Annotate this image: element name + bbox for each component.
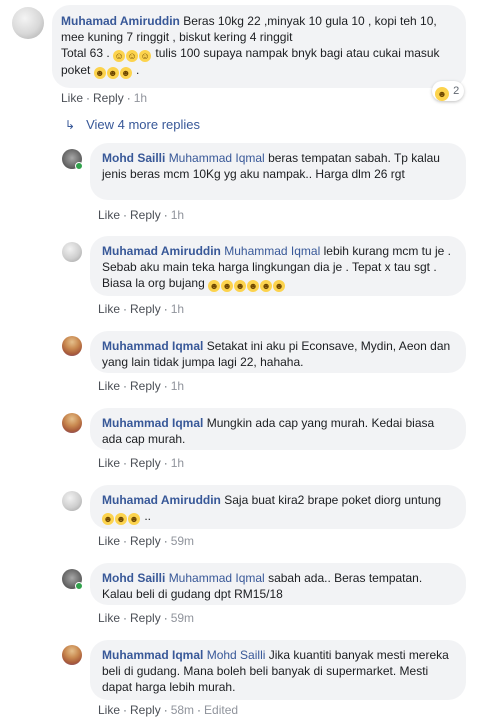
edited-label[interactable]: Edited: [204, 703, 238, 717]
smile-emoji-icon: ☺: [113, 50, 126, 62]
like-button[interactable]: Like: [61, 91, 83, 105]
reply-author[interactable]: Mohd Sailli: [102, 571, 165, 585]
reply-bubble: Mohd Sailli Muhammad Iqmal sabah ada.. B…: [90, 563, 466, 605]
reply-button[interactable]: Reply: [130, 208, 161, 222]
rofl-emoji-icon: ☻: [208, 280, 221, 292]
reply-actions: Like · Reply · 58m · Edited: [98, 703, 239, 717]
reply-author[interactable]: Muhammad Iqmal: [102, 648, 203, 662]
view-more-replies-link[interactable]: ↳ View 4 more replies: [65, 117, 200, 132]
reply-button[interactable]: Reply: [130, 534, 161, 548]
reply-actions: Like · Reply · 1h: [98, 208, 185, 222]
laugh-emoji-icon: ☻: [102, 513, 114, 525]
avatar[interactable]: [62, 336, 82, 356]
reply-text: Saja buat kira2 brape poket diorg untung: [224, 493, 442, 507]
rofl-emoji-icon: ☻: [260, 280, 273, 292]
comment-text: .: [136, 63, 140, 77]
laugh-emoji-icon: ☻: [115, 513, 127, 525]
reply-author[interactable]: Muhammad Iqmal: [102, 416, 203, 430]
reply-text: ..: [144, 509, 152, 523]
reply-button[interactable]: Reply: [130, 456, 161, 470]
reply-bubble: Muhamad Amiruddin Saja buat kira2 brape …: [90, 485, 466, 529]
like-button[interactable]: Like: [98, 611, 120, 625]
laugh-emoji-icon: ☻: [435, 87, 449, 101]
rofl-emoji-icon: ☻: [221, 280, 234, 292]
avatar[interactable]: [12, 7, 44, 39]
laugh-emoji-icon: ☻: [128, 513, 140, 525]
reply-bubble: Muhamad Amiruddin Muhammad Iqmal lebih k…: [90, 236, 466, 296]
reply-actions: Like · Reply · 1h: [98, 456, 185, 470]
like-button[interactable]: Like: [98, 456, 120, 470]
timestamp[interactable]: 58m: [171, 703, 194, 717]
laugh-emoji-icon: ☻: [93, 67, 106, 79]
timestamp[interactable]: 1h: [171, 302, 184, 316]
avatar[interactable]: [62, 645, 82, 665]
comment-author[interactable]: Muhamad Amiruddin: [61, 14, 180, 28]
smile-emoji-icon: ☺: [139, 50, 152, 62]
like-button[interactable]: Like: [98, 703, 120, 717]
reply-author[interactable]: Mohd Sailli: [102, 151, 165, 165]
reply-mention[interactable]: Muhammad Iqmal: [224, 244, 320, 258]
reaction-count: 2: [453, 85, 460, 97]
reply-mention[interactable]: Mohd Sailli: [207, 648, 266, 662]
like-button[interactable]: Like: [98, 302, 120, 316]
avatar[interactable]: [62, 242, 82, 262]
comment-text: Total 63 .: [61, 46, 110, 60]
reply-button[interactable]: Reply: [130, 611, 161, 625]
reply-author[interactable]: Muhamad Amiruddin: [102, 244, 221, 258]
online-indicator: [75, 582, 83, 590]
timestamp[interactable]: 1h: [171, 208, 184, 222]
reply-author[interactable]: Muhamad Amiruddin: [102, 493, 221, 507]
reply-button[interactable]: Reply: [130, 379, 161, 393]
reply-actions: Like · Reply · 59m: [98, 534, 195, 548]
reply-bubble: Muhammad Iqmal Setakat ini aku pi Econsa…: [90, 331, 466, 373]
online-indicator: [75, 162, 83, 170]
reply-bubble: Muhammad Iqmal Mohd Sailli Jika kuantiti…: [90, 640, 466, 700]
rofl-emoji-icon: ☻: [234, 280, 247, 292]
comment-actions: Like · Reply · 1h: [61, 91, 148, 105]
rofl-emoji-icon: ☻: [247, 280, 260, 292]
like-button[interactable]: Like: [98, 208, 120, 222]
rofl-emoji-icon: ☻: [273, 280, 286, 292]
laugh-emoji-icon: ☻: [119, 67, 132, 79]
comment-bubble: Muhamad Amiruddin Beras 10kg 22 ,minyak …: [52, 5, 466, 88]
reaction-badge[interactable]: ☻ 2: [432, 81, 464, 101]
reply-button[interactable]: Reply: [93, 91, 124, 105]
reply-actions: Like · Reply · 1h: [98, 379, 185, 393]
reply-button[interactable]: Reply: [130, 703, 161, 717]
smile-emoji-icon: ☺: [126, 50, 139, 62]
reply-actions: Like · Reply · 59m: [98, 611, 195, 625]
timestamp[interactable]: 1h: [171, 379, 184, 393]
reply-author[interactable]: Muhammad Iqmal: [102, 339, 203, 353]
reply-mention[interactable]: Muhammad Iqmal: [169, 151, 265, 165]
reply-bubble: Mohd Sailli Muhammad Iqmal beras tempata…: [90, 143, 466, 200]
timestamp[interactable]: 59m: [171, 534, 194, 548]
reply-actions: Like · Reply · 1h: [98, 302, 185, 316]
timestamp[interactable]: 59m: [171, 611, 194, 625]
avatar[interactable]: [62, 491, 82, 511]
like-button[interactable]: Like: [98, 534, 120, 548]
timestamp[interactable]: 1h: [171, 456, 184, 470]
laugh-emoji-icon: ☻: [106, 67, 119, 79]
reply-mention[interactable]: Muhammad Iqmal: [169, 571, 265, 585]
reply-button[interactable]: Reply: [130, 302, 161, 316]
view-more-label: View 4 more replies: [86, 117, 200, 132]
reply-bubble: Muhammad Iqmal Mungkin ada cap yang mura…: [90, 408, 466, 450]
reply-arrow-icon: ↳: [65, 118, 76, 132]
like-button[interactable]: Like: [98, 379, 120, 393]
avatar[interactable]: [62, 413, 82, 433]
timestamp[interactable]: 1h: [134, 91, 147, 105]
